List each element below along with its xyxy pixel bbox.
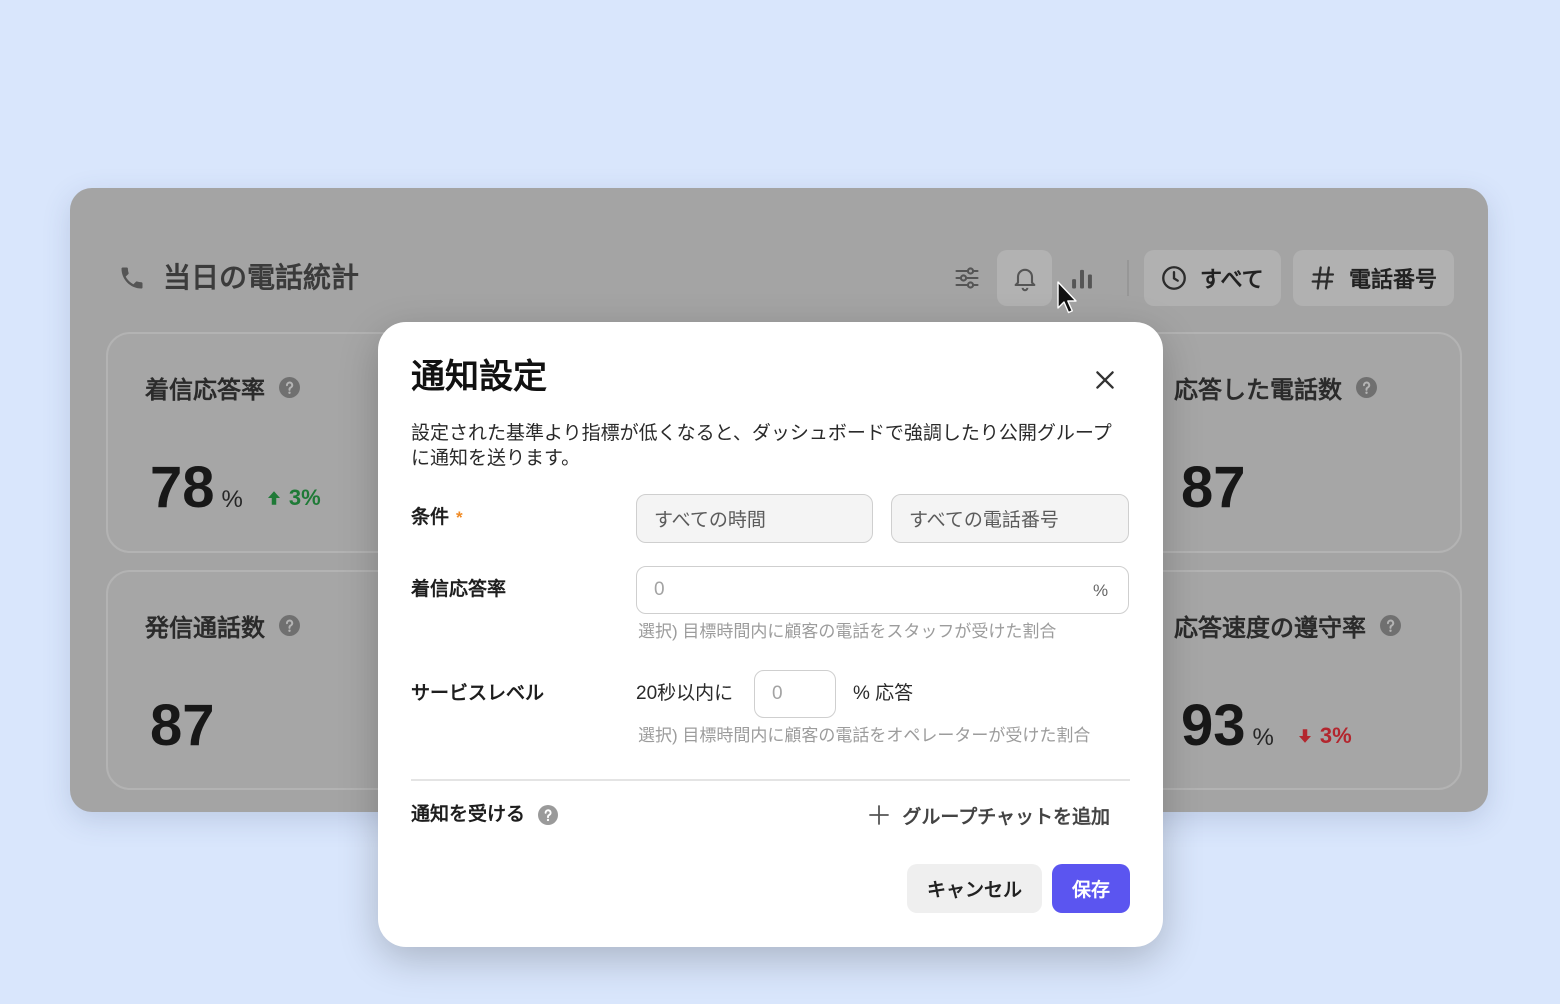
stat-card-speed-compliance: 応答速度の遵守率 93 % 3%	[1135, 570, 1462, 790]
help-icon[interactable]	[1356, 376, 1377, 398]
section-divider	[411, 779, 1130, 781]
answer-rate-help: 選択) 目標時間内に顧客の電話をスタッフが受けた割合	[638, 622, 1057, 641]
help-icon[interactable]	[279, 376, 300, 398]
answer-rate-suffix: %	[1093, 581, 1109, 600]
help-icon[interactable]	[1380, 614, 1401, 636]
time-filter-button[interactable]: すべて	[1144, 250, 1281, 306]
stat-value-row: 87	[150, 694, 215, 758]
stat-value-row: 78 % 3%	[150, 456, 321, 520]
stat-value: 78	[150, 455, 215, 520]
service-level-prefix: 20秒以内に	[636, 683, 734, 704]
stat-value: 87	[150, 693, 215, 758]
add-group-chat-label: グループチャットを追加	[902, 806, 1110, 828]
stat-unit: %	[1252, 724, 1274, 751]
time-range-value: すべての時間	[654, 510, 766, 531]
stat-label-row: 着信応答率	[145, 370, 300, 404]
phone-icon	[121, 267, 143, 289]
service-level-help: 選択) 目標時間内に顧客の電話をオペレーターが受けた割合	[638, 726, 1091, 745]
arrow-down-icon	[1298, 729, 1311, 743]
stat-change-value: 3%	[1319, 723, 1352, 748]
condition-label-row: 条件 *	[411, 504, 463, 532]
answer-rate-label: 着信応答率	[411, 579, 507, 600]
stat-label: 応答速度の遵守率	[1174, 614, 1366, 642]
arrow-up-icon	[267, 491, 280, 505]
time-filter-label: すべて	[1200, 267, 1264, 292]
sliders-icon[interactable]	[953, 264, 981, 292]
notify-label-row: 通知を受ける	[411, 801, 559, 829]
stat-value-row: 93 % 3%	[1181, 694, 1352, 758]
service-level-label: サービスレベル	[411, 683, 545, 704]
cancel-button[interactable]: キャンセル	[907, 864, 1042, 913]
stat-change-badge: 3%	[1296, 723, 1352, 749]
stat-label-row: 応答した電話数	[1174, 370, 1377, 404]
phone-filter-button[interactable]: 電話番号	[1293, 250, 1454, 306]
phone-number-value: すべての電話番号	[909, 510, 1059, 531]
stat-change-badge: 3%	[265, 485, 321, 511]
stat-card-answered-calls: 応答した電話数 87	[1135, 332, 1462, 553]
time-range-select[interactable]: すべての時間	[636, 494, 873, 543]
notification-button[interactable]	[997, 250, 1052, 306]
clock-icon	[1162, 266, 1186, 290]
stat-unit: %	[221, 486, 243, 513]
stat-label: 発信通話数	[145, 614, 265, 642]
add-group-chat-button[interactable]: グループチャットを追加	[867, 801, 1110, 829]
panel-title: 当日の電話統計	[163, 262, 360, 293]
stat-label-row: 応答速度の遵守率	[1174, 608, 1401, 642]
plus-icon	[869, 805, 890, 825]
stat-value-row: 87	[1181, 456, 1246, 520]
stat-change-value: 3%	[288, 485, 321, 510]
stat-value: 87	[1181, 455, 1246, 520]
service-level-suffix: % 応答	[853, 683, 914, 704]
phone-number-select[interactable]: すべての電話番号	[891, 494, 1129, 543]
save-button[interactable]: 保存	[1052, 864, 1130, 913]
bell-icon	[1014, 268, 1035, 292]
stat-label: 着信応答率	[145, 376, 265, 404]
phone-filter-label: 電話番号	[1349, 267, 1438, 292]
close-icon[interactable]	[1091, 366, 1119, 394]
help-icon[interactable]	[279, 614, 300, 636]
notification-settings-modal: 通知設定 設定された基準より指標が低くなると、ダッシュボードで強調したり公開グル…	[378, 322, 1163, 947]
hash-icon	[1311, 266, 1335, 290]
modal-title: 通知設定	[411, 358, 547, 396]
mouse-cursor	[1057, 281, 1077, 314]
stat-label: 応答した電話数	[1174, 376, 1342, 404]
answer-rate-input[interactable]	[636, 566, 1129, 614]
notify-label: 通知を受ける	[411, 804, 526, 825]
modal-description: 設定された基準より指標が低くなると、ダッシュボードで強調したり公開グループに通知…	[411, 423, 1112, 469]
stat-label-row: 発信通話数	[145, 608, 300, 642]
required-mark: *	[456, 508, 463, 527]
condition-label: 条件	[411, 507, 450, 528]
service-level-input[interactable]	[754, 670, 836, 718]
help-icon[interactable]	[538, 805, 559, 825]
toolbar-divider	[1127, 260, 1129, 296]
stat-value: 93	[1181, 693, 1246, 758]
